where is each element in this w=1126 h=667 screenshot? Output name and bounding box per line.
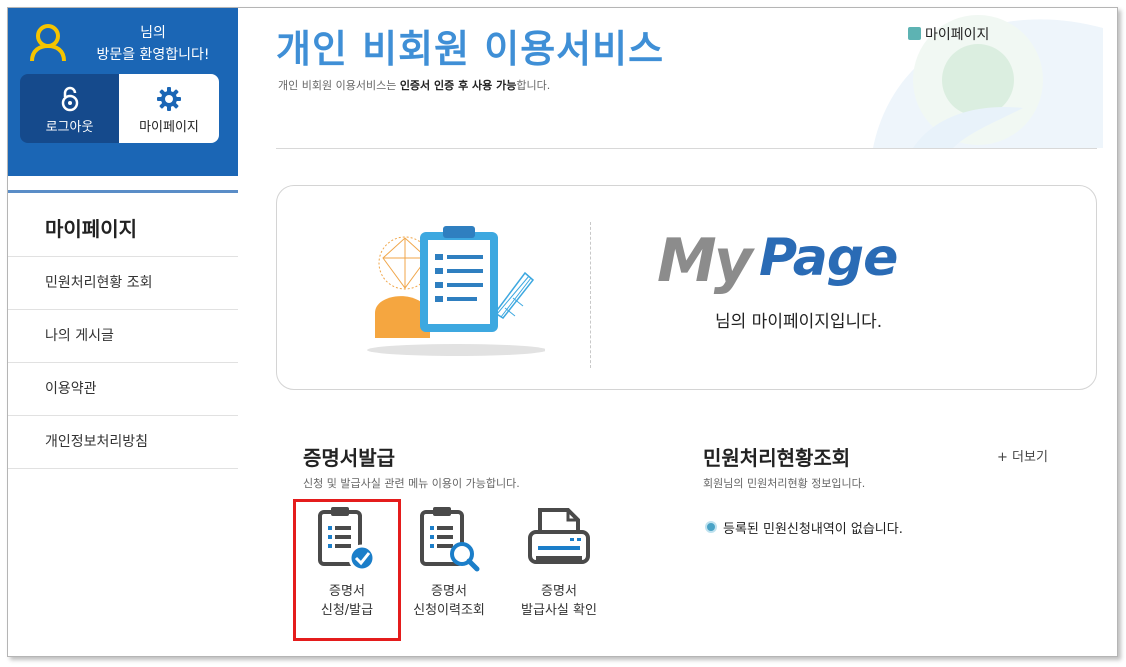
cert-history-button[interactable]: 증명서 신청이력조회 xyxy=(394,506,504,620)
mypage-logo-page: Page xyxy=(759,228,898,288)
subtitle-post: 합니다. xyxy=(516,79,551,92)
mypage-button[interactable]: 마이페이지 xyxy=(119,74,219,143)
status-section-desc: 회원님의 민원처리현황 정보입니다. xyxy=(703,477,866,490)
status-empty-message: 등록된 민원신청내역이 없습니다. xyxy=(705,518,903,537)
sidebar-item-privacy-policy[interactable]: 개인정보처리방침 xyxy=(8,415,238,469)
cert-history-line-2: 신청이력조회 xyxy=(413,603,485,618)
welcome-line-1: 님의 xyxy=(140,25,166,41)
sidebar-title: 마이페이지 xyxy=(45,217,137,241)
subtitle-bold: 인증서 인증 후 사용 가능 xyxy=(399,79,517,92)
status-empty-text: 등록된 민원신청내역이 없습니다. xyxy=(723,522,903,537)
sidebar-item-my-posts[interactable]: 나의 게시글 xyxy=(8,309,238,362)
page-title: 개인 비회원 이용서비스 xyxy=(276,27,665,71)
breadcrumb[interactable]: 마이페이지 xyxy=(908,24,989,44)
subtitle-pre: 개인 비회원 이용서비스는 xyxy=(278,79,400,92)
cert-history-line-1: 증명서 xyxy=(431,584,467,599)
clipboard-search-icon xyxy=(420,507,480,572)
sidebar-divider xyxy=(8,190,238,193)
mypage-label: 마이페이지 xyxy=(139,120,199,135)
app-window: 님의 방문을 환영합니다! 로그아웃 마이페이지 마이페이지 민원처리현황 조회… xyxy=(7,7,1118,657)
breadcrumb-label: 마이페이지 xyxy=(925,27,990,43)
sidebar-item-terms[interactable]: 이용약관 xyxy=(8,362,238,415)
mypage-message: 님의 마이페이지입니다. xyxy=(715,312,883,332)
more-link[interactable]: + 더보기 xyxy=(997,446,1048,465)
clipboard-illustration-icon xyxy=(367,226,545,356)
selection-highlight xyxy=(293,499,401,641)
sidebar-item-complaint-status[interactable]: 민원처리현황 조회 xyxy=(8,256,238,309)
lock-icon xyxy=(61,86,78,112)
user-panel: 님의 방문을 환영합니다! 로그아웃 마이페이지 xyxy=(8,8,238,176)
header-divider xyxy=(276,148,1097,149)
printer-icon xyxy=(528,508,590,564)
logout-label: 로그아웃 xyxy=(45,120,94,135)
mypage-banner: My Page 님의 마이페이지입니다. xyxy=(276,185,1097,390)
gear-icon xyxy=(157,87,181,111)
page-subtitle: 개인 비회원 이용서비스는 인증서 인증 후 사용 가능합니다. xyxy=(278,77,550,93)
welcome-line-2: 방문을 환영합니다! xyxy=(96,47,210,63)
banner-divider xyxy=(590,222,591,368)
sidebar-menu: 민원처리현황 조회 나의 게시글 이용약관 개인정보처리방침 xyxy=(8,256,238,469)
logout-button[interactable]: 로그아웃 xyxy=(20,74,119,143)
bullet-icon xyxy=(705,521,717,533)
welcome-message: 님의 방문을 환영합니다! xyxy=(68,22,238,66)
cert-verify-line-1: 증명서 xyxy=(541,584,577,599)
cert-section-desc: 신청 및 발급사실 관련 메뉴 이용이 가능합니다. xyxy=(303,477,520,490)
home-icon xyxy=(908,27,921,40)
cert-verify-button[interactable]: 증명서 발급사실 확인 xyxy=(504,506,614,620)
status-section-title: 민원처리현황조회 xyxy=(703,446,851,470)
cert-verify-line-2: 발급사실 확인 xyxy=(521,603,597,618)
mypage-logo-my: My xyxy=(657,226,753,296)
user-icon xyxy=(30,24,66,62)
cert-section-title: 증명서발급 xyxy=(303,446,395,470)
